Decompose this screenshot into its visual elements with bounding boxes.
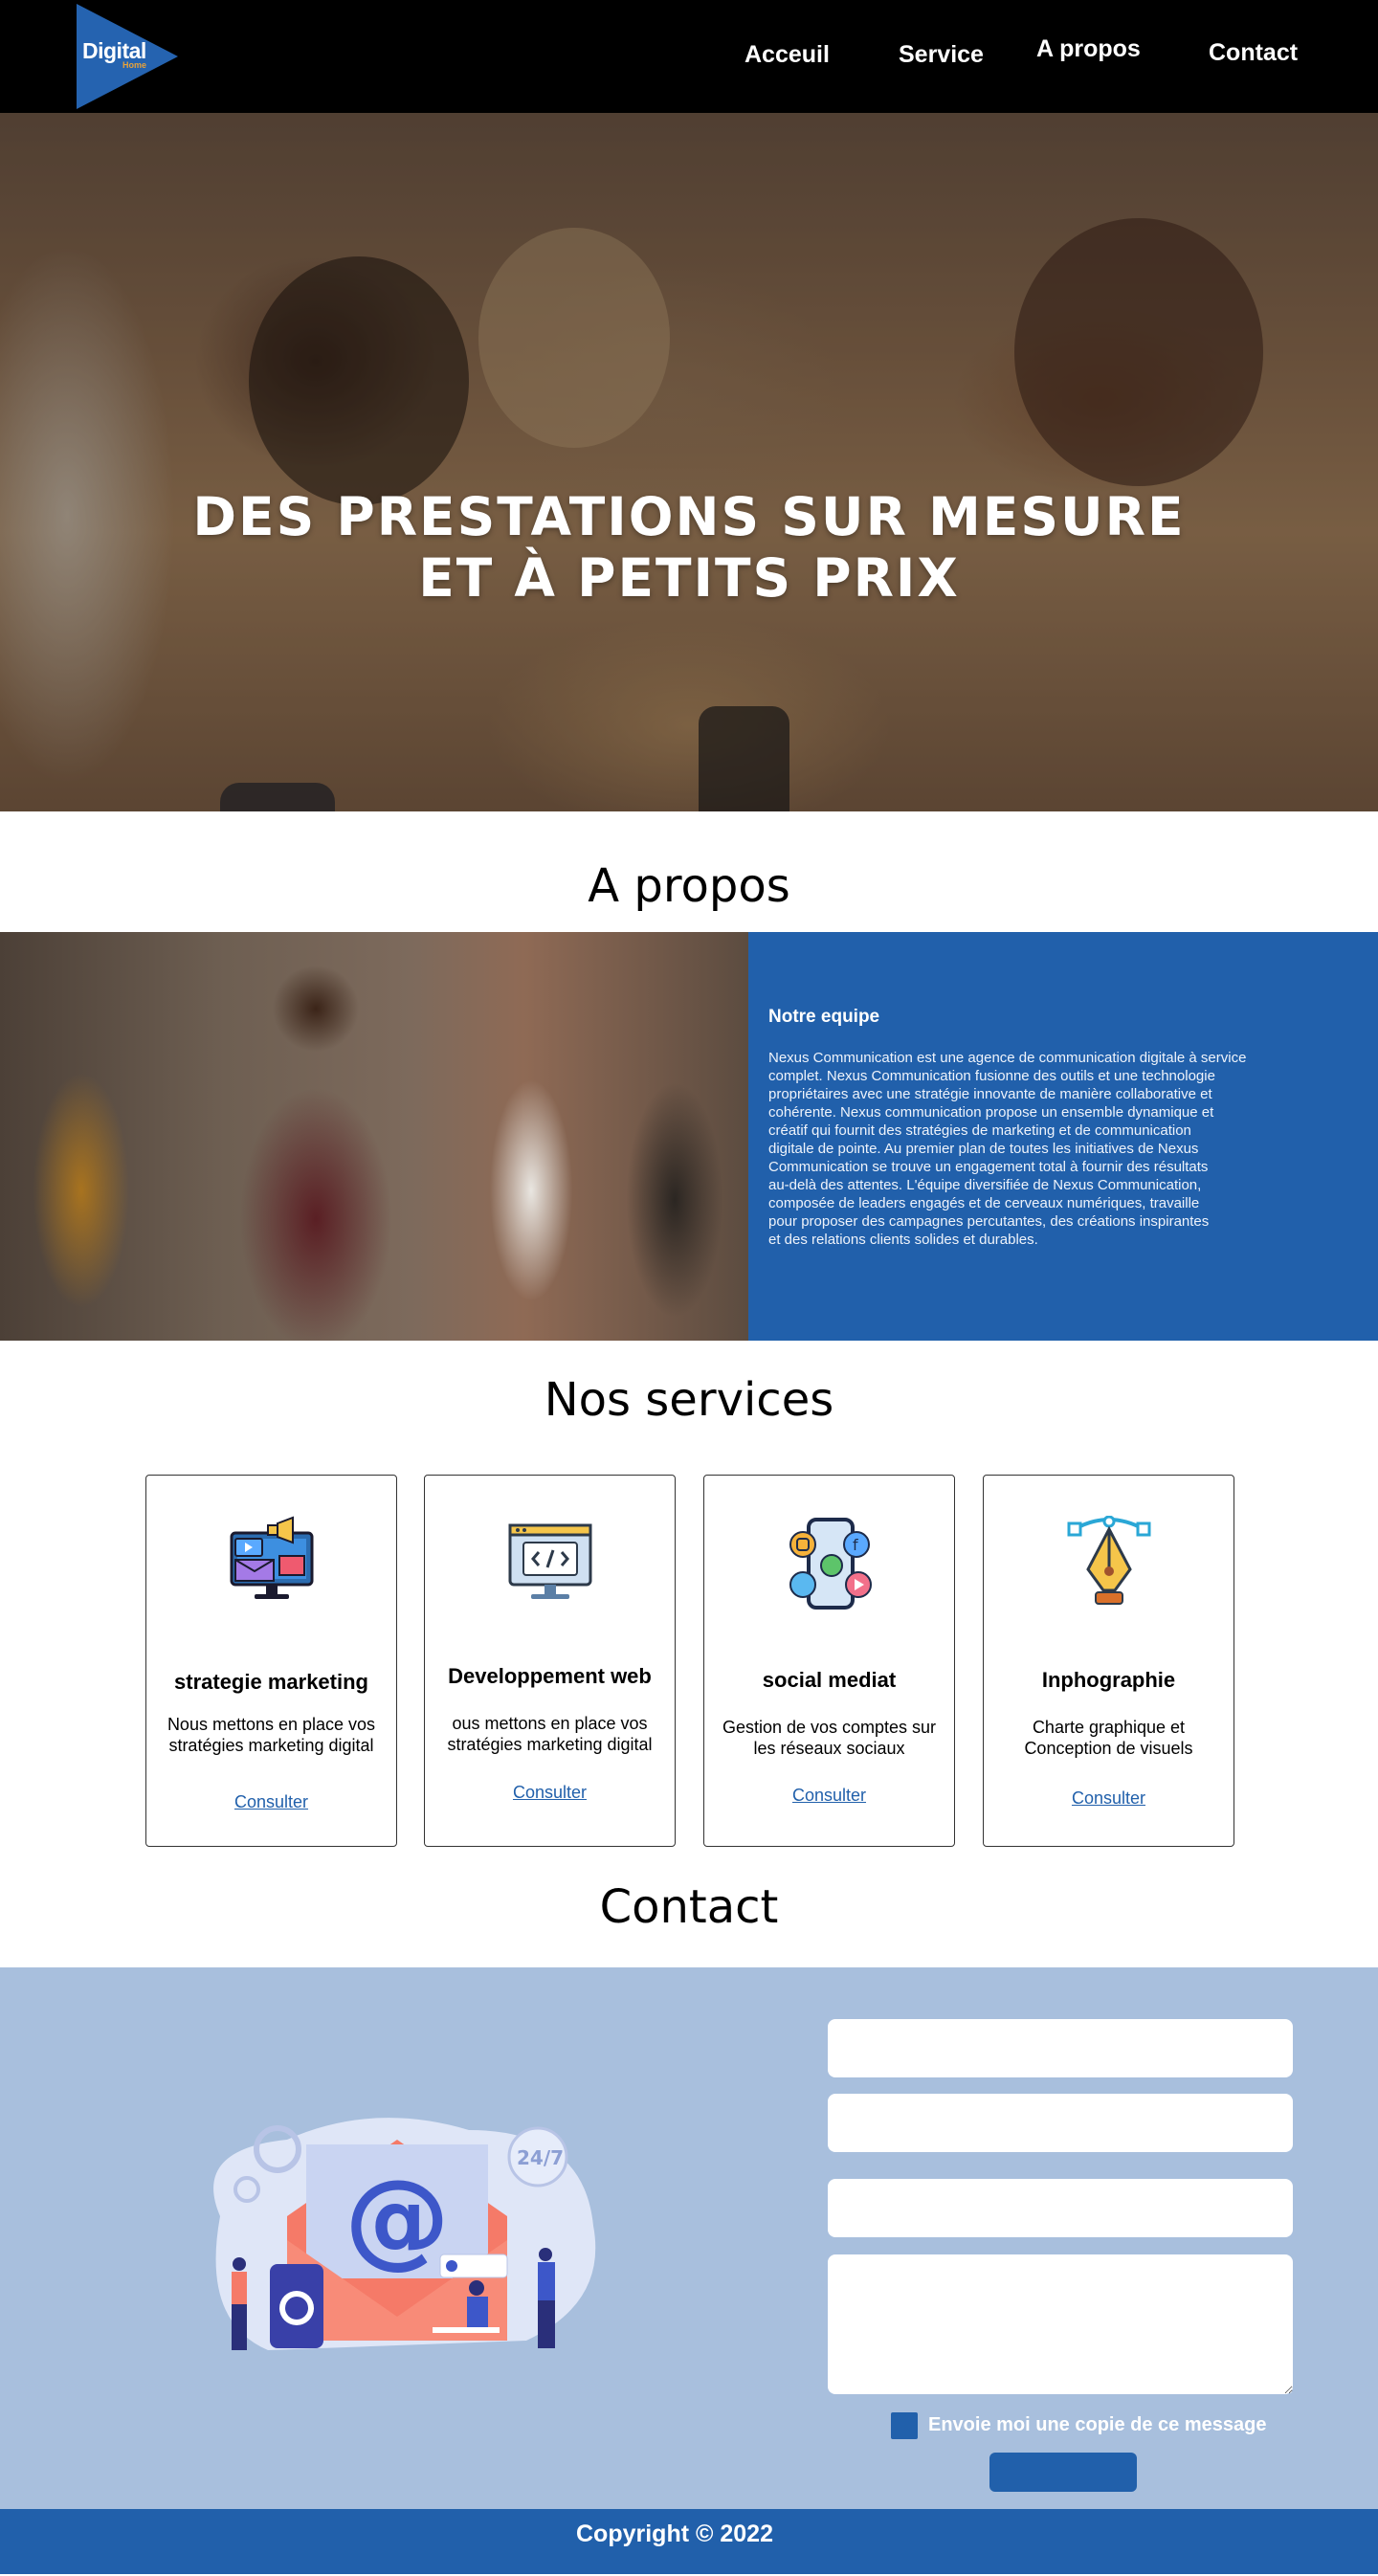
nav-item-acceuil[interactable]: Acceuil [745,41,830,69]
consulter-link[interactable]: Consulter [146,1792,396,1812]
consulter-link[interactable]: Consulter [425,1783,675,1803]
brand-logo[interactable]: Digital Home [77,4,180,109]
copy-checkbox[interactable] [891,2412,918,2439]
service-card-title: social mediat [762,1668,897,1692]
about-text-line: pour proposer des campagnes percutantes,… [768,1213,1210,1230]
hero-banner: DES PRESTATIONS SUR MESURE ET À PETITS P… [0,113,1378,811]
code-monitor-icon [508,1523,592,1599]
about-text-line: Nexus Communication est une agence de co… [768,1050,1247,1066]
email-illustration: 24/7 @ [213,2118,596,2350]
social-phone-icon: f [789,1518,872,1610]
hero-title-line-1: DES PRESTATIONS SUR MESURE [192,486,1186,547]
contact-field-1[interactable] [828,2019,1293,2077]
service-card-marketing: strategie marketing Nous mettons en plac… [145,1475,397,1847]
about-text-line: propriétaires avec une stratégie innovan… [768,1086,1212,1102]
services-section-title: Nos services [544,1373,834,1427]
team-photo [0,932,748,1341]
service-card-title: Inphographie [1041,1668,1176,1692]
service-card-web: Developpement web ous mettons en place v… [424,1475,676,1847]
contact-field-3[interactable] [828,2179,1293,2237]
service-card-desc: Nous mettons en place vos stratégies mark… [167,1715,376,1755]
contact-section: 24/7 @ Envoie moi une copie de ce messag… [0,1967,1378,2509]
logo-sub: Home [122,60,147,70]
message-field[interactable] [828,2254,1293,2394]
copyright-text: Copyright © 2022 [576,2520,773,2547]
marketing-monitor-icon [230,1516,314,1599]
hero-title-line-2: ET À PETITS PRIX [418,547,960,609]
nav-item-service[interactable]: Service [899,41,984,69]
service-card-title: strategie marketing [174,1670,368,1694]
hero-overlay [0,113,1378,811]
hero-title: DES PRESTATIONS SUR MESURE ET À PETITS P… [0,486,1378,609]
service-card-social: f social mediat Gestion de vos comptes s… [703,1475,955,1847]
about-text-line: composée de leaders engagés et de cervea… [768,1195,1200,1211]
svg-text:f: f [853,1536,858,1554]
svg-text:24/7: 24/7 [517,2146,564,2169]
service-card-desc: Gestion de vos comptes sur les réseaux so… [722,1718,937,1758]
about-text-line: créatif qui fournit des stratégies de ma… [768,1122,1191,1139]
site-header: Digital Home Acceuil Service A propos Co… [0,0,1378,113]
service-card-desc: Charte graphique et Conception de visuels [1024,1718,1193,1758]
service-card-title: Developpement web [448,1664,652,1688]
svg-text:@: @ [344,2157,450,2279]
about-text-line: Communication se trouve un engagement to… [768,1159,1209,1175]
contact-field-2[interactable] [828,2094,1293,2152]
about-text: Nexus Communication est une agence de co… [768,1049,1323,1249]
about-text-line: au-delà des attentes. L'équipe diversifi… [768,1177,1202,1193]
about-section: Notre equipe Nexus Communication est une… [0,932,1378,1341]
about-section-title: A propos [588,859,790,913]
service-card-design: Inphographie Charte graphique et Concepti… [983,1475,1234,1847]
service-card-desc: ous mettons en place vos stratégies marke… [447,1714,653,1754]
about-text-line: digitale de pointe. Au premier plan de t… [768,1141,1199,1157]
contact-section-title: Contact [599,1880,779,1934]
nav-item-a-propos[interactable]: A propos [1036,35,1141,63]
site-footer: Copyright © 2022 [0,2509,1378,2574]
about-panel: Notre equipe Nexus Communication est une… [748,932,1378,1341]
consulter-link[interactable]: Consulter [984,1788,1234,1809]
pen-tool-icon [1067,1516,1151,1605]
about-text-line: complet. Nexus Communication fusionne de… [768,1068,1215,1084]
submit-button[interactable] [989,2453,1137,2492]
about-text-line: cohérente. Nexus communication propose u… [768,1104,1214,1121]
nav-item-contact[interactable]: Contact [1209,39,1298,67]
services-cards: strategie marketing Nous mettons en plac… [0,1475,1378,1857]
consulter-link[interactable]: Consulter [704,1786,954,1806]
about-text-line: et des relations clients solides et dura… [768,1232,1038,1248]
about-heading: Notre equipe [768,1007,880,1027]
copy-checkbox-label: Envoie moi une copie de ce message [928,2414,1267,2435]
